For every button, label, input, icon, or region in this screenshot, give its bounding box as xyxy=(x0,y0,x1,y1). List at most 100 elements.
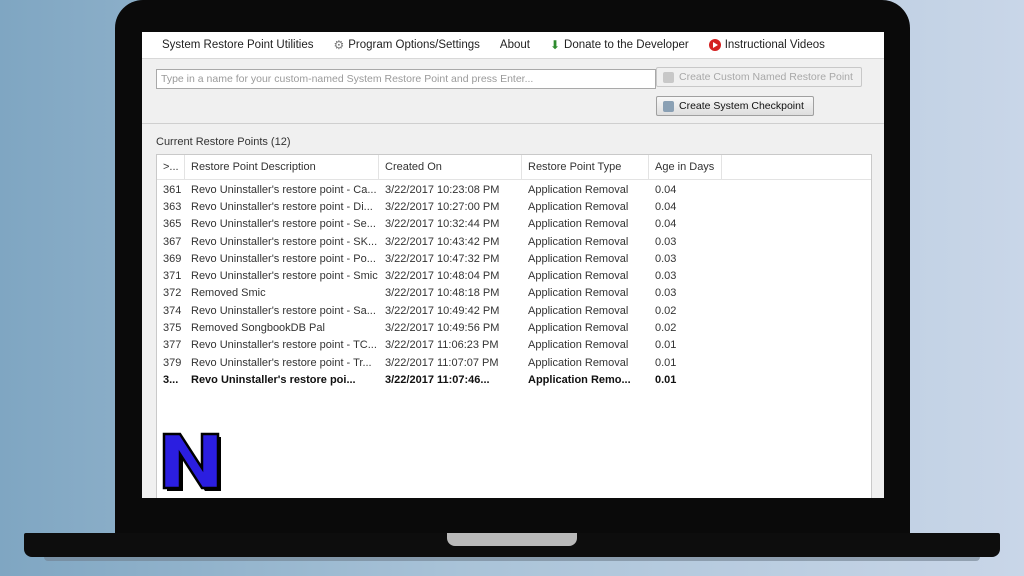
table-row[interactable]: 377 Revo Uninstaller's restore point - TC… xyxy=(157,337,871,354)
menu-instructional-videos[interactable]: Instructional Videos xyxy=(708,39,825,51)
row-created-on: 3/22/2017 10:49:56 PM xyxy=(385,322,500,335)
row-created-on: 3/22/2017 11:07:07 PM xyxy=(385,356,499,369)
row-description: Revo Uninstaller's restore point - Ca... xyxy=(191,183,377,196)
table-row[interactable]: 374 Revo Uninstaller's restore point - Sa… xyxy=(157,302,871,319)
restore-points-list[interactable]: >... Restore Point Description Created O… xyxy=(156,154,872,498)
app-window: System Restore Point Utilities ⚙ Program… xyxy=(142,32,884,498)
row-age: 0.01 xyxy=(655,373,677,386)
laptop-base-shadow xyxy=(44,557,980,561)
row-id: 379 xyxy=(163,356,182,369)
row-age: 0.03 xyxy=(655,287,677,300)
row-type: Application Removal xyxy=(528,339,629,352)
checkpoint-icon xyxy=(663,100,674,112)
table-row[interactable]: 367 Revo Uninstaller's restore point - SK… xyxy=(157,233,871,250)
list-header: >... Restore Point Description Created O… xyxy=(157,155,871,180)
row-created-on: 3/22/2017 10:48:18 PM xyxy=(385,287,500,300)
menu-label: Instructional Videos xyxy=(724,39,825,51)
button-label: Create Custom Named Restore Point xyxy=(679,71,853,83)
row-description: Removed Smic xyxy=(191,287,266,300)
table-row[interactable]: 371 Revo Uninstaller's restore point - Sm… xyxy=(157,267,871,284)
button-label: Create System Checkpoint xyxy=(679,100,804,112)
column-header-description[interactable]: Restore Point Description xyxy=(185,155,379,179)
download-icon: ⬇ xyxy=(549,38,561,52)
row-age: 0.01 xyxy=(655,356,677,369)
restore-point-icon xyxy=(663,71,674,83)
row-type: Application Removal xyxy=(528,322,629,335)
restore-point-name-input[interactable] xyxy=(156,69,656,89)
row-id: 365 xyxy=(163,218,182,231)
row-created-on: 3/22/2017 10:47:32 PM xyxy=(385,252,500,265)
row-age: 0.04 xyxy=(655,183,677,196)
row-created-on: 3/22/2017 11:07:46... xyxy=(385,373,490,386)
row-type: Application Removal xyxy=(528,304,629,317)
table-row[interactable]: 365 Revo Uninstaller's restore point - Se… xyxy=(157,216,871,233)
row-description: Revo Uninstaller's restore poi... xyxy=(191,373,356,386)
row-id: 375 xyxy=(163,322,182,335)
column-header-type[interactable]: Restore Point Type xyxy=(522,155,649,179)
table-row[interactable]: 369 Revo Uninstaller's restore point - Po… xyxy=(157,250,871,267)
row-description: Revo Uninstaller's restore point - Di... xyxy=(191,200,373,213)
menu-program-options[interactable]: ⚙ Program Options/Settings xyxy=(333,39,479,51)
row-id: 377 xyxy=(163,339,182,352)
create-system-checkpoint-button[interactable]: Create System Checkpoint xyxy=(656,96,814,116)
logo-letter-n xyxy=(162,432,221,491)
table-row[interactable]: 3... Revo Uninstaller's restore poi... 3/2… xyxy=(157,371,871,388)
row-created-on: 3/22/2017 10:43:42 PM xyxy=(385,235,500,248)
menu-about[interactable]: About xyxy=(500,39,530,51)
gear-icon: ⚙ xyxy=(333,38,345,52)
row-age: 0.04 xyxy=(655,218,677,231)
row-id: 369 xyxy=(163,252,182,265)
column-header-id[interactable]: >... xyxy=(157,155,185,179)
row-id: 367 xyxy=(163,235,182,248)
table-row[interactable]: 375 Removed SongbookDB Pal 3/22/2017 10:49… xyxy=(157,319,871,336)
row-description: Revo Uninstaller's restore point - Se... xyxy=(191,218,376,231)
row-type: Application Removal xyxy=(528,235,629,248)
row-type: Application Removal xyxy=(528,270,629,283)
row-created-on: 3/22/2017 10:32:44 PM xyxy=(385,218,500,231)
row-created-on: 3/22/2017 10:27:00 PM xyxy=(385,200,500,213)
toolbar: Create Custom Named Restore Point Create… xyxy=(142,59,884,124)
menu-donate[interactable]: ⬇ Donate to the Developer xyxy=(550,39,689,51)
row-type: Application Removal xyxy=(528,252,629,265)
menu-label: Program Options/Settings xyxy=(348,39,480,51)
row-id: 371 xyxy=(163,270,182,283)
restore-points-section-title: Current Restore Points (12) xyxy=(156,136,291,148)
row-type: Application Remo... xyxy=(528,373,631,386)
row-id: 361 xyxy=(163,183,182,196)
row-description: Revo Uninstaller's restore point - TC... xyxy=(191,339,377,352)
row-description: Removed SongbookDB Pal xyxy=(191,322,325,335)
menu-label: About xyxy=(499,39,530,51)
table-row[interactable]: 372 Removed Smic 3/22/2017 10:48:18 PM Appl… xyxy=(157,285,871,302)
table-row[interactable]: 379 Revo Uninstaller's restore point - Tr… xyxy=(157,354,871,371)
row-id: 363 xyxy=(163,200,182,213)
row-age: 0.02 xyxy=(655,322,677,335)
row-created-on: 3/22/2017 10:48:04 PM xyxy=(385,270,500,283)
row-created-on: 3/22/2017 10:23:08 PM xyxy=(385,183,500,196)
row-description: Revo Uninstaller's restore point - Smic xyxy=(191,270,378,283)
column-header-age[interactable]: Age in Days xyxy=(649,155,722,179)
channel-logo xyxy=(160,430,222,492)
laptop-hinge-notch xyxy=(447,533,577,546)
row-type: Application Removal xyxy=(528,218,629,231)
row-created-on: 3/22/2017 10:49:42 PM xyxy=(385,304,500,317)
row-age: 0.03 xyxy=(655,270,677,283)
list-rows: 361 Revo Uninstaller's restore point - Ca… xyxy=(157,180,871,389)
table-row[interactable]: 361 Revo Uninstaller's restore point - Ca… xyxy=(157,181,871,198)
table-row[interactable]: 363 Revo Uninstaller's restore point - Di… xyxy=(157,198,871,215)
row-id: 374 xyxy=(163,304,182,317)
menu-label: System Restore Point Utilities xyxy=(162,39,314,51)
row-description: Revo Uninstaller's restore point - Sa... xyxy=(191,304,376,317)
row-type: Application Removal xyxy=(528,183,629,196)
row-id: 372 xyxy=(163,287,182,300)
row-age: 0.04 xyxy=(655,200,677,213)
row-type: Application Removal xyxy=(528,200,629,213)
row-type: Application Removal xyxy=(528,356,629,369)
youtube-icon xyxy=(708,39,721,51)
menu-system-restore-point-utilities[interactable]: System Restore Point Utilities xyxy=(162,39,313,51)
row-age: 0.01 xyxy=(655,339,677,352)
menubar: System Restore Point Utilities ⚙ Program… xyxy=(142,32,884,59)
column-header-created-on[interactable]: Created On xyxy=(379,155,522,179)
row-age: 0.03 xyxy=(655,252,677,265)
row-created-on: 3/22/2017 11:06:23 PM xyxy=(385,339,499,352)
create-custom-restore-point-button[interactable]: Create Custom Named Restore Point xyxy=(656,67,862,87)
